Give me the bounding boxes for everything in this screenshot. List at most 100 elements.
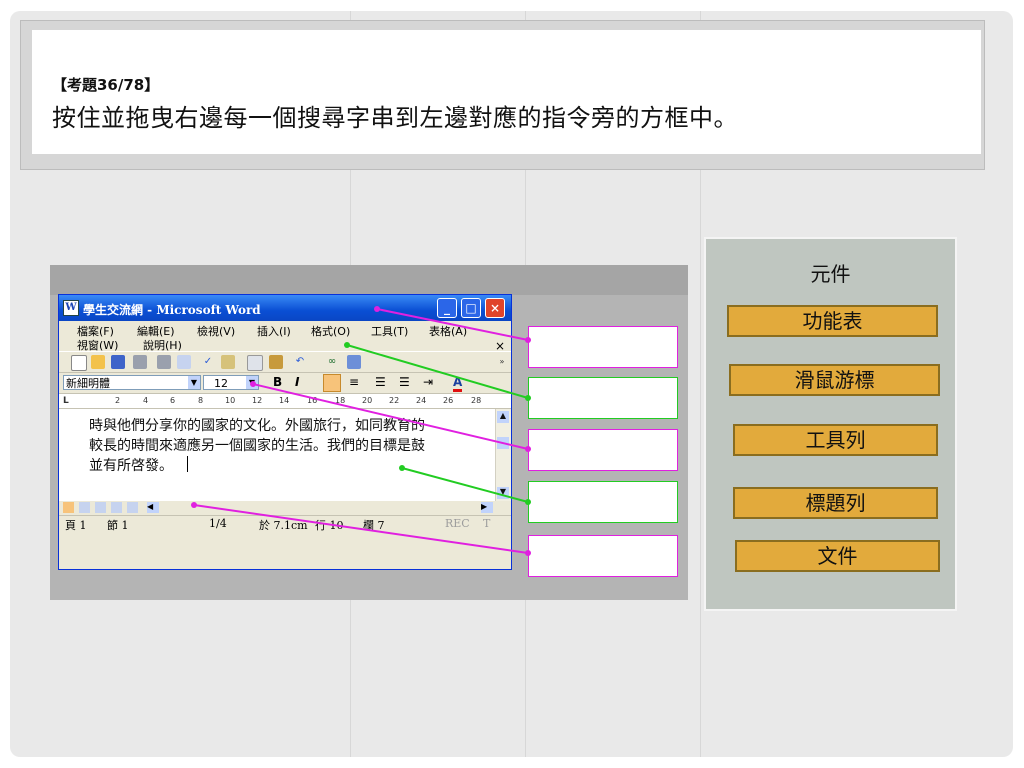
menu-view[interactable]: 檢視(V) (197, 323, 235, 339)
print-layout-icon[interactable] (95, 502, 106, 513)
align-left-button[interactable] (323, 374, 341, 392)
ruler-number: 6 (170, 396, 176, 405)
permission-icon[interactable] (133, 355, 147, 369)
reading-view-icon[interactable] (127, 502, 138, 513)
hyperlink-icon[interactable]: ∞ (325, 355, 339, 369)
drop-box-toolbar[interactable] (528, 429, 678, 471)
window-title: 學生交流網 - Microsoft Word (83, 303, 261, 317)
scroll-right-icon[interactable]: ▶ (481, 502, 493, 513)
components-panel-title: 元件 (810, 262, 851, 286)
drop-box-mouse-pointer[interactable] (528, 481, 678, 523)
indent-button[interactable]: ⇥ (423, 375, 433, 389)
ruler-number: 20 (362, 396, 373, 405)
word-app-icon: W (63, 300, 79, 316)
close-button[interactable]: × (485, 298, 505, 318)
drag-item-document[interactable]: 文件 (735, 540, 940, 572)
drag-item-title-bar[interactable]: 標題列 (733, 487, 938, 519)
document-line: 較長的時間來適應另一個國家的生活。我們的目標是鼓 (89, 438, 425, 454)
vertical-scrollbar[interactable]: ▲ ▼ (495, 409, 511, 501)
standard-toolbar: ✓ ↶ ∞ » (59, 351, 511, 373)
ruler-number: 18 (335, 396, 346, 405)
scroll-thumb[interactable] (497, 437, 509, 449)
undo-icon[interactable]: ↶ (293, 355, 307, 369)
italic-button[interactable]: I (295, 375, 299, 389)
status-rec: REC (445, 517, 470, 530)
status-line: 行 10 (315, 519, 344, 532)
font-color-button[interactable]: A (453, 375, 463, 392)
status-page: 頁 1 (65, 519, 87, 532)
text-cursor (187, 456, 188, 472)
normal-view-icon[interactable] (63, 502, 74, 513)
numbering-button[interactable]: ☰ (375, 375, 386, 389)
drag-item-menu-bar[interactable]: 功能表 (727, 305, 938, 337)
ruler-number: 12 (252, 396, 263, 405)
scroll-down-icon[interactable]: ▼ (497, 487, 509, 499)
scroll-left-icon[interactable]: ◀ (147, 502, 159, 513)
screenshot-top-band (50, 265, 688, 295)
chevron-down-icon: ▼ (246, 376, 258, 389)
view-buttons-bar: ◀ ▶ (59, 501, 511, 515)
header-panel (32, 30, 981, 154)
font-size-select[interactable]: 12 ▼ (203, 375, 259, 390)
menu-insert[interactable]: 插入(I) (257, 323, 291, 339)
print-icon[interactable] (157, 355, 171, 369)
exam-number: 【考題36/78】 (52, 76, 160, 94)
spelling-icon[interactable]: ✓ (201, 355, 215, 369)
font-name-select[interactable]: 新細明體 ▼ (63, 375, 201, 390)
toolbar-options-icon[interactable]: » (495, 355, 509, 369)
ruler-number: 8 (198, 396, 204, 405)
ruler-number: 22 (389, 396, 400, 405)
ruler-number: 4 (143, 396, 149, 405)
menu-format[interactable]: 格式(O) (311, 323, 350, 339)
document-line: 並有所啓發。 (89, 458, 173, 474)
ruler-number: 26 (443, 396, 454, 405)
paste-icon[interactable] (269, 355, 283, 369)
align-center-button[interactable]: ≡ (349, 375, 359, 389)
drop-box-menu-bar[interactable] (528, 377, 678, 419)
ruler-number: 2 (115, 396, 121, 405)
drop-box-document[interactable] (528, 535, 678, 577)
status-position: 於 7.1cm (259, 519, 308, 532)
ruler: L 2 4 6 8 10 12 14 16 18 20 22 24 26 28 (59, 394, 511, 409)
ruler-number: 10 (225, 396, 236, 405)
open-folder-icon[interactable] (91, 355, 105, 369)
drag-item-mouse-pointer[interactable]: 滑鼠游標 (729, 364, 940, 396)
ruler-number: 16 (307, 396, 318, 405)
research-icon[interactable] (221, 355, 235, 369)
drag-item-toolbar[interactable]: 工具列 (733, 424, 938, 456)
ruler-number: 24 (416, 396, 427, 405)
title-bar: W 學生交流網 - Microsoft Word _ □ × (59, 295, 511, 321)
document-line: 時與他們分享你的國家的文化。外國旅行，如同教育的 (89, 418, 425, 434)
maximize-button[interactable]: □ (461, 298, 481, 318)
save-icon[interactable] (111, 355, 125, 369)
copy-icon[interactable] (247, 355, 263, 371)
bullets-button[interactable]: ☰ (399, 375, 410, 389)
instruction-text: 按住並拖曳右邊每一個搜尋字串到左邊對應的指令旁的方框中。 (52, 104, 738, 132)
menu-tools[interactable]: 工具(T) (371, 323, 408, 339)
minimize-button[interactable]: _ (437, 298, 457, 318)
print-preview-icon[interactable] (177, 355, 191, 369)
new-document-icon[interactable] (71, 355, 87, 371)
tab-selector-icon[interactable]: L (63, 396, 69, 406)
outline-view-icon[interactable] (111, 502, 122, 513)
web-view-icon[interactable] (79, 502, 90, 513)
ruler-number: 28 (471, 396, 482, 405)
menu-table[interactable]: 表格(A) (429, 323, 467, 339)
formatting-toolbar: 新細明體 ▼ 12 ▼ B I ≡ ☰ ☰ ⇥ A (59, 373, 511, 394)
status-page-count: 1/4 (209, 517, 227, 530)
menu-bar: 檔案(F) 編輯(E) 檢視(V) 插入(I) 格式(O) 工具(T) 表格(A… (59, 321, 511, 353)
status-section: 節 1 (107, 519, 129, 532)
scroll-up-icon[interactable]: ▲ (497, 411, 509, 423)
ruler-number: 14 (279, 396, 290, 405)
status-column: 欄 7 (363, 519, 385, 532)
chevron-down-icon: ▼ (188, 376, 200, 389)
document-area[interactable]: 時與他們分享你的國家的文化。外國旅行，如同教育的 較長的時間來適應另一個國家的生… (59, 409, 511, 501)
font-name-value: 新細明體 (66, 377, 110, 390)
font-size-value: 12 (214, 377, 228, 390)
status-bar: 頁 1 節 1 1/4 於 7.1cm 行 10 欄 7 REC T (59, 515, 511, 532)
bold-button[interactable]: B (273, 375, 282, 389)
status-trk: T (483, 517, 491, 530)
drop-box-title-bar[interactable] (528, 326, 678, 368)
word-window: W 學生交流網 - Microsoft Word _ □ × 檔案(F) 編輯(… (58, 294, 512, 570)
tables-icon[interactable] (347, 355, 361, 369)
